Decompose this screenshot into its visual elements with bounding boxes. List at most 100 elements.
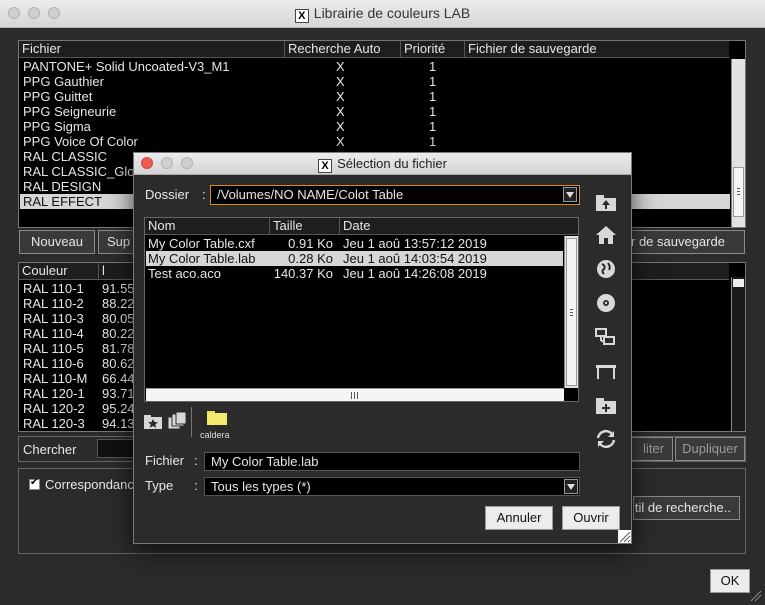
dialog-title: Sélection du fichier bbox=[337, 156, 447, 171]
color-l-cell: 80.62 bbox=[102, 356, 135, 371]
color-l-cell: 80.05 bbox=[102, 311, 135, 326]
dialog-resize-grip-icon[interactable] bbox=[618, 530, 631, 543]
open-button[interactable]: Ouvrir bbox=[562, 506, 620, 530]
file-name-cell: Test aco.aco bbox=[148, 266, 221, 281]
files-scrollbar[interactable] bbox=[731, 59, 745, 227]
colors-scroll-thumb[interactable] bbox=[733, 279, 744, 287]
color-name-cell: RAL 110-2 bbox=[23, 296, 84, 311]
column-header-auto[interactable]: Recherche Auto bbox=[285, 41, 401, 58]
window-titlebar[interactable]: X Librairie de couleurs LAB bbox=[0, 0, 765, 28]
priority-cell: 1 bbox=[429, 89, 437, 104]
folder-path: /Volumes/NO NAME/Colot Table bbox=[217, 187, 404, 202]
color-name-cell: RAL 120-1 bbox=[23, 386, 85, 401]
color-l-cell: 88.22 bbox=[102, 296, 135, 311]
table-row[interactable]: PANTONE+ Solid Uncoated-V3_M1 X 1 bbox=[20, 59, 730, 74]
duplicate-button[interactable]: Dupliquer bbox=[675, 437, 745, 461]
file-type-dropdown[interactable]: Tous les types (*) bbox=[204, 477, 580, 496]
x11-logo-icon: X bbox=[294, 9, 309, 23]
table-row[interactable]: PPG Seigneurie X 1 bbox=[20, 104, 730, 119]
color-name-cell: RAL 110-1 bbox=[23, 281, 84, 296]
file-list-hscrollbar[interactable] bbox=[146, 388, 564, 401]
search-tool-button[interactable]: til de recherche.. bbox=[633, 496, 740, 520]
file-type-dropdown-arrow-icon[interactable] bbox=[564, 479, 578, 494]
file-list-vscrollbar[interactable] bbox=[564, 236, 578, 388]
resize-grip-icon[interactable] bbox=[748, 590, 762, 602]
color-name-cell: RAL 110-4 bbox=[23, 326, 84, 341]
refresh-icon[interactable] bbox=[593, 427, 619, 451]
column-header-backup[interactable]: Fichier de sauvegarde bbox=[465, 41, 729, 58]
correspondence-label: Correspondanc bbox=[45, 477, 134, 492]
file-name-cell: My Color Table.cxf bbox=[148, 236, 255, 251]
column-header-file[interactable]: Fichier bbox=[19, 41, 285, 58]
color-l-cell: 94.13 bbox=[102, 416, 135, 431]
priority-cell: 1 bbox=[429, 104, 437, 119]
file-list-header: Nom Taille Date bbox=[145, 218, 578, 235]
file-name-cell: RAL CLASSIC bbox=[23, 149, 108, 164]
home-icon[interactable] bbox=[593, 223, 619, 247]
auto-search-cell: X bbox=[336, 59, 345, 74]
file-name-cell: RAL EFFECT bbox=[23, 194, 102, 209]
auto-search-cell: X bbox=[336, 89, 345, 104]
new-folder-icon[interactable] bbox=[593, 393, 619, 417]
color-name-cell: RAL 110-M bbox=[23, 371, 88, 386]
table-row[interactable]: PPG Sigma X 1 bbox=[20, 119, 730, 134]
color-l-cell: 95.24 bbox=[102, 401, 135, 416]
add-favorite-folder-icon[interactable] bbox=[143, 411, 165, 431]
color-l-cell: 91.55 bbox=[102, 281, 135, 296]
table-row[interactable]: PPG Voice Of Color X 1 bbox=[20, 134, 730, 149]
caldera-folder-icon[interactable] bbox=[206, 408, 228, 426]
file-date-cell: Jeu 1 aoû 14:26:08 2019 bbox=[343, 266, 487, 281]
file-name-input[interactable]: My Color Table.lab bbox=[204, 452, 580, 471]
folder-label: Dossier bbox=[145, 187, 190, 202]
files-table-header: Fichier Recherche Auto Priorité Fichier … bbox=[19, 41, 729, 58]
color-name-cell: RAL 110-5 bbox=[23, 341, 84, 356]
favorites-stack-icon[interactable] bbox=[166, 411, 188, 431]
edit-button[interactable]: liter bbox=[631, 437, 673, 461]
file-name-cell: RAL CLASSIC_Glo bbox=[23, 164, 135, 179]
folder-dropdown-arrow-icon[interactable] bbox=[563, 187, 577, 202]
file-name-cell: PPG Sigma bbox=[23, 119, 91, 134]
files-scroll-thumb[interactable] bbox=[733, 167, 744, 217]
backup-file-button[interactable]: r de sauvegarde bbox=[628, 230, 745, 254]
column-header-size[interactable]: Taille bbox=[270, 218, 340, 235]
colors-scrollbar[interactable] bbox=[731, 277, 745, 431]
file-size-cell: 0.91 Ko bbox=[288, 236, 333, 251]
table-row[interactable]: PPG Gauthier X 1 bbox=[20, 74, 730, 89]
correspondence-checkbox[interactable] bbox=[29, 477, 40, 490]
file-name-cell: PPG Gauthier bbox=[23, 74, 104, 89]
file-selection-dialog: X Sélection du fichier Dossier : /Volumes… bbox=[133, 152, 632, 544]
new-button[interactable]: Nouveau bbox=[19, 230, 95, 254]
file-type-label: Type bbox=[145, 478, 174, 493]
file-size-cell: 140.37 Ko bbox=[273, 266, 333, 281]
cancel-button[interactable]: Annuler bbox=[485, 506, 553, 530]
priority-cell: 1 bbox=[429, 134, 437, 149]
file-name-label: Fichier bbox=[145, 453, 185, 468]
ok-button[interactable]: OK bbox=[710, 569, 750, 593]
desktop-table-icon[interactable] bbox=[593, 359, 619, 383]
list-item[interactable]: Test aco.aco 140.37 Ko Jeu 1 aoû 14:26:08 … bbox=[146, 266, 563, 281]
caldera-folder-label[interactable]: caldera bbox=[200, 430, 230, 440]
column-header-date[interactable]: Date bbox=[340, 218, 578, 235]
column-header-color[interactable]: Couleur bbox=[19, 263, 99, 280]
file-list-vscroll-thumb[interactable] bbox=[566, 238, 577, 386]
parent-folder-icon[interactable] bbox=[593, 190, 619, 214]
network-globe-icon[interactable] bbox=[593, 257, 619, 281]
file-date-cell: Jeu 1 aoû 14:03:54 2019 bbox=[343, 251, 487, 266]
auto-search-cell: X bbox=[336, 119, 345, 134]
color-l-cell: 66.44 bbox=[102, 371, 135, 386]
delete-button[interactable]: Sup bbox=[98, 230, 138, 254]
file-name-cell: PANTONE+ Solid Uncoated-V3_M1 bbox=[23, 59, 230, 74]
dialog-titlebar[interactable]: X Sélection du fichier bbox=[134, 153, 631, 175]
column-header-priority[interactable]: Priorité bbox=[401, 41, 465, 58]
computers-icon[interactable] bbox=[593, 325, 619, 349]
table-row[interactable]: PPG Guittet X 1 bbox=[20, 89, 730, 104]
file-size-cell: 0.28 Ko bbox=[288, 251, 333, 266]
file-type-value: Tous les types (*) bbox=[211, 479, 311, 494]
search-input[interactable] bbox=[97, 439, 137, 458]
list-item[interactable]: My Color Table.lab 0.28 Ko Jeu 1 aoû 14:03… bbox=[146, 251, 563, 266]
priority-cell: 1 bbox=[429, 74, 437, 89]
column-header-name[interactable]: Nom bbox=[145, 218, 270, 235]
disk-icon[interactable] bbox=[593, 291, 619, 315]
folder-dropdown[interactable]: /Volumes/NO NAME/Colot Table bbox=[210, 185, 580, 205]
list-item[interactable]: My Color Table.cxf 0.91 Ko Jeu 1 aoû 13:57… bbox=[146, 236, 563, 251]
